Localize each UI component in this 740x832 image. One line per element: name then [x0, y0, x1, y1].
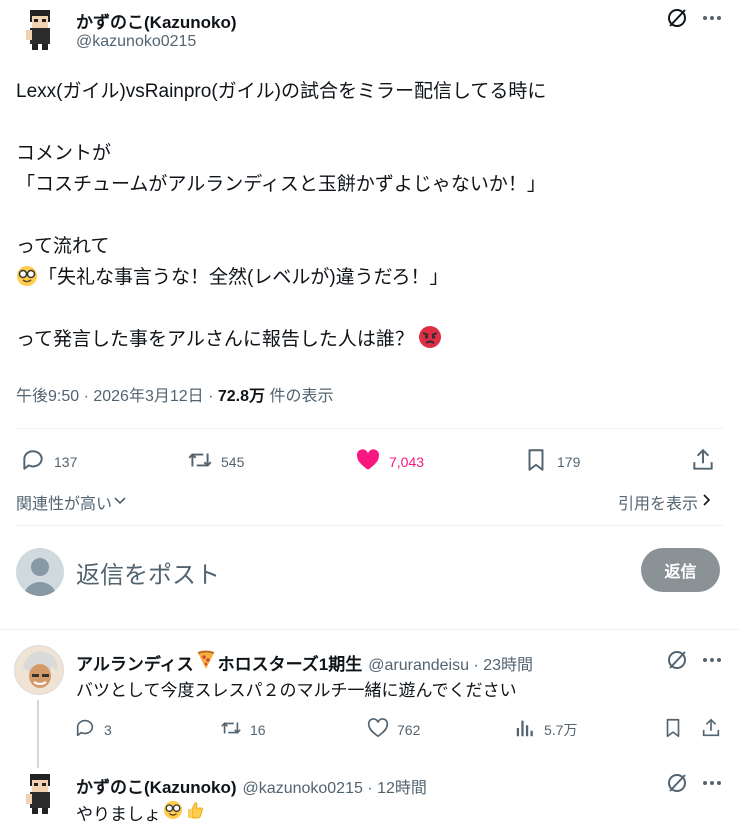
grok-icon[interactable] — [665, 771, 689, 800]
reply-handle-time[interactable]: @arurandeisu · 23時間 — [368, 651, 533, 675]
tweet-line: 「コスチュームがアルランディスと玉餅かずよじゃないか！」 — [16, 174, 546, 195]
nerd-emoji — [163, 800, 183, 825]
reply-handle-time[interactable]: @kazunoko0215 · 12時間 — [243, 774, 427, 798]
user-avatar[interactable] — [16, 548, 64, 596]
reply-input[interactable]: 返信をポスト — [76, 555, 220, 590]
chevron-down-icon — [112, 492, 128, 513]
reply-count: 3 — [104, 721, 112, 738]
tweet-line-with-emoji: って発言した事をアルさんに報告した人は誰？ — [16, 324, 716, 355]
author-handle[interactable]: @kazunoko0215 — [76, 33, 196, 51]
view-quotes-link[interactable]: 引用を表示 — [618, 490, 714, 514]
author-avatar[interactable] — [16, 4, 64, 52]
reply-icon — [20, 447, 46, 476]
timestamp[interactable]: 午後9:50 · 2026年3月12日 · — [16, 388, 218, 405]
divider — [16, 428, 724, 429]
bookmark-button[interactable]: 179 — [523, 447, 580, 476]
view-label: 件の表示 — [265, 388, 334, 405]
reply-text: やりましょ — [76, 805, 161, 824]
repost-count: 16 — [250, 721, 266, 738]
more-icon[interactable] — [700, 6, 724, 35]
like-count: 7,043 — [389, 453, 425, 470]
views-button[interactable]: 5.7万 — [514, 717, 577, 742]
repost-button[interactable]: 16 — [220, 717, 266, 742]
repost-button[interactable]: 545 — [187, 447, 244, 476]
reply-author-name[interactable]: アルランディス — [76, 650, 194, 675]
reply-author-name[interactable]: かずのこ(Kazunoko) — [76, 773, 237, 798]
thumbs-up-emoji — [185, 800, 205, 825]
reply-header: アルランディス ホロスターズ1期生 @arurandeisu · 23時間 — [76, 650, 533, 675]
divider — [16, 525, 724, 526]
reply-text-row: やりましょ — [76, 800, 205, 825]
like-button[interactable]: 7,043 — [355, 447, 424, 476]
author-name[interactable]: かずのこ(Kazunoko) — [76, 8, 237, 33]
reply-button[interactable]: 137 — [20, 447, 77, 476]
tweet-line: Lexx(ガイル)vsRainpro(ガイル)の試合をミラー配信してる時に — [16, 81, 547, 102]
tweet-line: って発言した事をアルさんに報告した人は誰？ — [16, 329, 414, 350]
pizza-emoji — [196, 650, 216, 675]
bookmark-icon[interactable] — [662, 717, 684, 744]
repost-icon — [187, 447, 213, 476]
more-icon[interactable] — [700, 771, 724, 800]
reply-avatar[interactable] — [14, 645, 64, 695]
repost-count: 545 — [221, 453, 245, 470]
sort-label: 関連性が高い — [16, 496, 113, 513]
chevron-right-icon — [698, 492, 714, 513]
divider — [0, 629, 740, 630]
like-button[interactable]: 762 — [367, 717, 420, 742]
reply-text: バツとして今度スレスパ２のマルチ一緒に遊んでください — [76, 681, 517, 700]
reply-button[interactable]: 3 — [74, 717, 112, 742]
reply-submit-button[interactable]: 返信 — [641, 548, 720, 592]
like-count: 762 — [397, 721, 421, 738]
share-button[interactable] — [690, 447, 716, 476]
view-count: 5.7万 — [544, 721, 578, 738]
share-icon — [690, 447, 716, 476]
bookmark-icon — [523, 447, 549, 476]
tweet-line: コメントが — [16, 143, 112, 164]
tweet-text: Lexx(ガイル)vsRainpro(ガイル)の試合をミラー配信してる時に コメ… — [16, 76, 716, 355]
angry-emoji — [418, 325, 442, 359]
view-count: 72.8万 — [217, 388, 266, 405]
share-icon[interactable] — [700, 717, 722, 744]
reply-author-affiliation[interactable]: ホロスターズ1期生 — [218, 650, 363, 675]
reply-icon — [74, 717, 96, 742]
heart-icon — [355, 447, 381, 476]
nerd-emoji — [16, 265, 38, 297]
reply-count: 137 — [54, 453, 78, 470]
tweet-line: って流れて — [16, 236, 110, 257]
heart-icon — [367, 717, 389, 742]
sort-dropdown[interactable]: 関連性が高い — [16, 490, 128, 514]
reply-header: かずのこ(Kazunoko) @kazunoko0215 · 12時間 — [76, 773, 427, 798]
grok-icon[interactable] — [665, 648, 689, 677]
views-icon — [514, 717, 536, 742]
thread-line — [37, 700, 39, 770]
reply-avatar[interactable] — [16, 768, 64, 816]
tweet-line: 「失礼な事言うな！全然(レベルが)違うだろ！」 — [38, 267, 449, 288]
bookmark-count: 179 — [557, 453, 581, 470]
repost-icon — [220, 717, 242, 742]
tweet-line-with-emoji: 「失礼な事言うな！全然(レベルが)違うだろ！」 — [16, 262, 716, 293]
quotes-label: 引用を表示 — [618, 496, 699, 513]
grok-icon[interactable] — [665, 6, 689, 35]
tweet-meta: 午後9:50 · 2026年3月12日 · 72.8万 件の表示 — [16, 382, 333, 406]
more-icon[interactable] — [700, 648, 724, 677]
